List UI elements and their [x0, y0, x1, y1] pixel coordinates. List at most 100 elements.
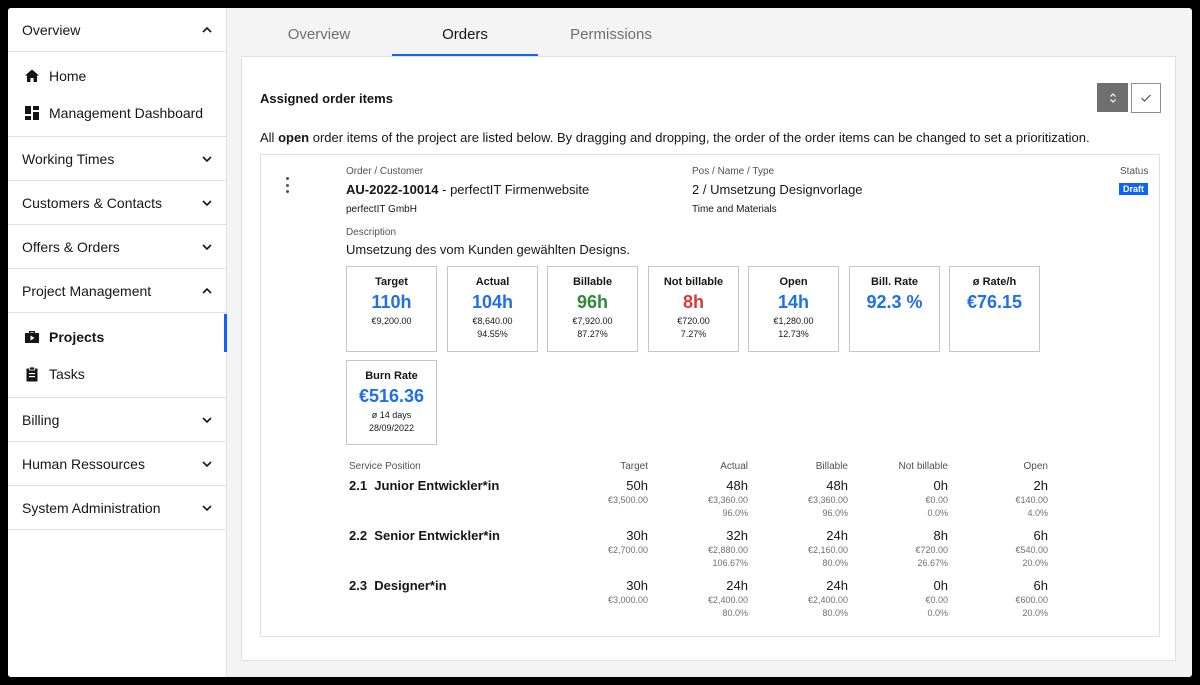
sidebar-group-project-management: Projects Tasks: [8, 313, 227, 398]
cell-open: 6h €600.00 20.0%: [1015, 578, 1048, 618]
column-header: Open: [1023, 461, 1048, 472]
cell-actual: 48h €3,360.00 96.0%: [707, 478, 748, 518]
chevron-down-icon: [200, 196, 214, 210]
sort-icon: [1109, 92, 1116, 103]
pos-label: Pos / Name / Type: [692, 166, 775, 177]
chevron-up-icon: [200, 23, 214, 37]
cell-billable: 48h €3,360.00 96.0%: [807, 478, 848, 518]
cell-not-billable: 0h €0.00 0.0%: [925, 578, 948, 618]
orders-panel: Assigned order items All open order item…: [241, 56, 1176, 661]
sidebar-section-project-management[interactable]: Project Management: [8, 269, 226, 313]
pos-value: 2 / Umsetzung Designvorlage: [692, 182, 863, 197]
sort-toggle-button[interactable]: [1097, 83, 1128, 112]
sidebar-item-label: Home: [49, 67, 87, 84]
sidebar-section-label: Project Management: [22, 282, 152, 299]
briefcase-play-icon: [23, 328, 41, 346]
tab-permissions[interactable]: Permissions: [538, 14, 684, 56]
column-header: Not billable: [898, 461, 948, 472]
sidebar-item-label: Tasks: [49, 365, 85, 382]
kpi-rate-per-hour: ø Rate/h €76.15: [949, 266, 1040, 352]
column-header: Billable: [815, 461, 848, 472]
tab-orders[interactable]: Orders: [392, 14, 538, 56]
order-customer-label: Order / Customer: [346, 166, 424, 177]
kpi-open: Open 14h €1,280.00 12.73%: [748, 266, 839, 352]
order-number: AU-2022-10014: [346, 182, 439, 197]
cell-target: 30h €3,000.00: [607, 578, 648, 605]
chevron-down-icon: [200, 240, 214, 254]
sidebar-section-label: Working Times: [22, 150, 115, 167]
clipboard-icon: [23, 365, 41, 383]
position-name: 2.1 Junior Entwickler*in: [349, 478, 500, 493]
sidebar-group-overview: Home Management Dashboard: [8, 52, 226, 137]
order-name: - perfectIT Firmenwebsite: [438, 182, 590, 197]
kpi-bill-rate: Bill. Rate 92.3 %: [849, 266, 940, 352]
checkmark-icon: [1141, 94, 1151, 102]
kpi-not-billable: Not billable 8h €720.00 7.27%: [648, 266, 739, 352]
home-icon: [23, 67, 41, 85]
cell-open: 6h €540.00 20.0%: [1015, 528, 1048, 568]
column-header: Actual: [720, 461, 748, 472]
chevron-down-icon: [200, 413, 214, 427]
cell-actual: 32h €2,880.00 106.67%: [707, 528, 748, 568]
drag-menu-icon[interactable]: [282, 177, 292, 193]
order-item-card[interactable]: Order / Customer AU-2022-10014 - perfect…: [260, 154, 1160, 637]
sidebar-section-label: Billing: [22, 411, 60, 428]
dashboard-icon: [23, 104, 41, 122]
intro-text: All open order items of the project are …: [260, 130, 1090, 145]
sidebar-item-management-dashboard[interactable]: Management Dashboard: [8, 94, 226, 131]
pos-type: Time and Materials: [692, 204, 777, 215]
chevron-down-icon: [200, 152, 214, 166]
sidebar-section-label: Human Ressources: [22, 455, 145, 472]
sidebar-item-label: Projects: [49, 328, 105, 345]
sidebar-section-offers[interactable]: Offers & Orders: [8, 225, 226, 269]
sidebar-section-label: Offers & Orders: [22, 238, 120, 255]
column-header: Target: [620, 461, 648, 472]
kpi-actual: Actual 104h €8,640.00 94.55%: [447, 266, 538, 352]
position-name: 2.3 Designer*in: [349, 578, 447, 593]
cell-not-billable: 0h €0.00 0.0%: [925, 478, 948, 518]
sidebar-item-home[interactable]: Home: [8, 57, 226, 94]
sidebar-item-projects[interactable]: Projects: [8, 314, 227, 355]
sidebar-item-label: Management Dashboard: [49, 104, 204, 121]
status-badge: Draft: [1119, 183, 1149, 195]
column-header: Service Position: [349, 461, 421, 472]
sidebar-section-label: System Administration: [22, 499, 161, 516]
sidebar-section-label: Overview: [22, 21, 81, 38]
tab-bar: Overview Orders Permissions: [246, 14, 684, 56]
kpi-burn-rate: Burn Rate €516.36 ø 14 days 28/09/2022: [346, 360, 437, 445]
tab-overview[interactable]: Overview: [246, 14, 392, 56]
sidebar-section-working-times[interactable]: Working Times: [8, 137, 226, 181]
position-name: 2.2 Senior Entwickler*in: [349, 528, 500, 543]
table-row: 2.1 Junior Entwickler*in 50h €3,500.00 48…: [348, 478, 1048, 526]
cell-not-billable: 8h €720.00 26.67%: [915, 528, 948, 568]
sidebar-section-label: Customers & Contacts: [22, 194, 163, 211]
cell-billable: 24h €2,400.00 80.0%: [807, 578, 848, 618]
kpi-target: Target 110h €9,200.00: [346, 266, 437, 352]
table-row: 2.2 Senior Entwickler*in 30h €2,700.00 32…: [348, 528, 1048, 576]
cell-target: 30h €2,700.00: [607, 528, 648, 555]
kpi-billable: Billable 96h €7,920.00 87.27%: [547, 266, 638, 352]
sidebar-section-billing[interactable]: Billing: [8, 398, 226, 442]
panel-title: Assigned order items: [260, 91, 393, 106]
status-label: Status: [1120, 166, 1149, 177]
sidebar-item-tasks[interactable]: Tasks: [8, 355, 226, 392]
sidebar-section-system-admin[interactable]: System Administration: [8, 486, 226, 530]
cell-billable: 24h €2,160.00 80.0%: [807, 528, 848, 568]
app-window: Overview Home Management Dashboard Worki…: [8, 8, 1192, 677]
chevron-down-icon: [200, 501, 214, 515]
order-title: AU-2022-10014 - perfectIT Firmenwebsite: [346, 182, 589, 197]
sidebar-section-customers[interactable]: Customers & Contacts: [8, 181, 226, 225]
customer-name: perfectIT GmbH: [346, 204, 417, 215]
chevron-down-icon: [200, 457, 214, 471]
chevron-up-icon: [200, 284, 214, 298]
sidebar-section-overview[interactable]: Overview: [8, 8, 226, 52]
cell-actual: 24h €2,400.00 80.0%: [707, 578, 748, 618]
table-row: 2.3 Designer*in 30h €3,000.00 24h €2,400.0…: [348, 578, 1048, 626]
description-label: Description: [346, 227, 397, 238]
cell-open: 2h €140.00 4.0%: [1015, 478, 1048, 518]
sidebar-section-human-resources[interactable]: Human Ressources: [8, 442, 226, 486]
description-text: Umsetzung des vom Kunden gewählten Desig…: [346, 242, 630, 257]
sidebar: Overview Home Management Dashboard Worki…: [8, 8, 227, 677]
confirm-order-button[interactable]: [1131, 83, 1161, 113]
cell-target: 50h €3,500.00: [607, 478, 648, 505]
